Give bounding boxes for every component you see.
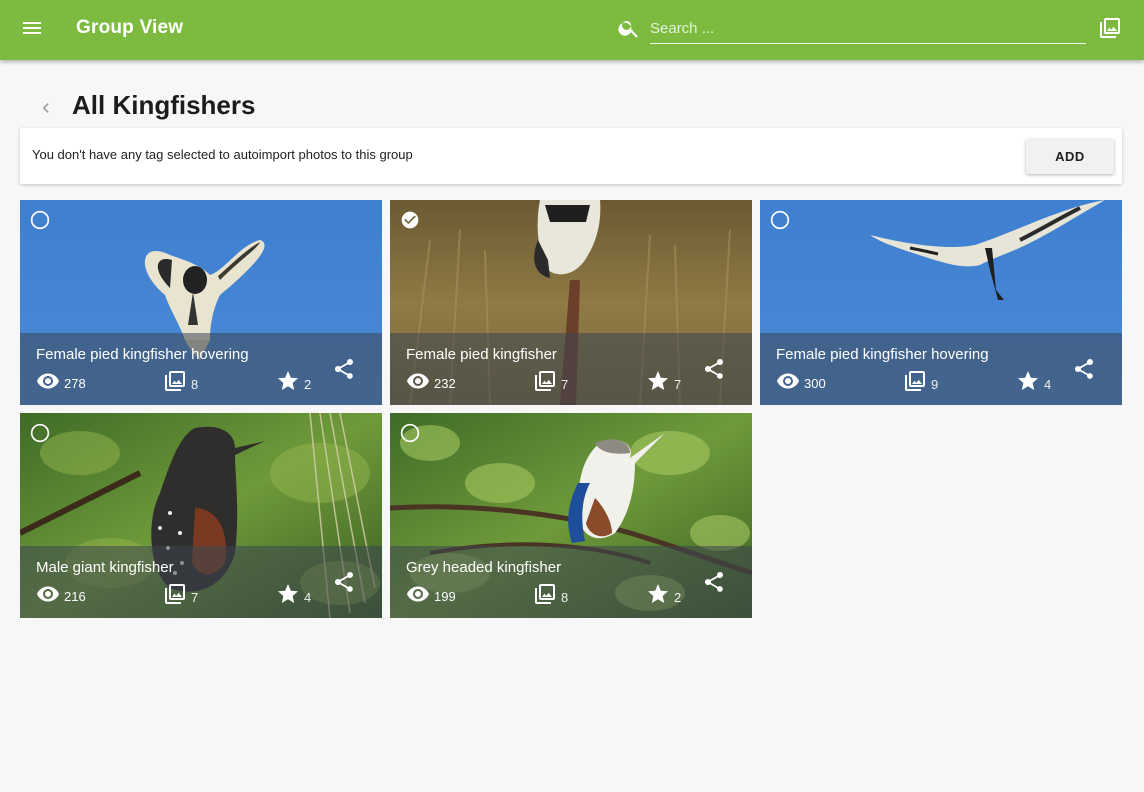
star-icon — [1018, 371, 1038, 390]
photo-library-icon — [165, 584, 185, 604]
photos-count: 8 — [191, 376, 199, 392]
chevron-left-icon[interactable] — [36, 98, 56, 118]
views-count: 278 — [64, 375, 86, 391]
photo-library-icon — [165, 371, 185, 391]
star-icon — [278, 371, 298, 390]
photos-count: 7 — [561, 376, 569, 392]
eye-icon — [407, 586, 429, 602]
menu-icon[interactable] — [20, 16, 44, 40]
photos-count: 9 — [931, 376, 939, 392]
share-icon[interactable] — [332, 570, 356, 594]
eye-icon — [37, 373, 59, 389]
card-title: Female pied kingfisher hovering — [776, 346, 989, 363]
card-title: Female pied kingfisher hovering — [36, 346, 249, 363]
views-count: 199 — [434, 588, 456, 604]
photo-card[interactable]: Female pied kingfisher 232 7 7 — [390, 200, 752, 405]
photo-library-icon — [535, 584, 555, 604]
views-count: 300 — [804, 375, 826, 391]
stars-stat: 7 — [646, 370, 681, 392]
photos-stat: 9 — [903, 370, 938, 392]
eye-icon — [777, 373, 799, 389]
autoimport-info-card: You don't have any tag selected to autoi… — [20, 128, 1122, 184]
stars-count: 2 — [674, 589, 682, 605]
circle-outline-icon[interactable] — [30, 210, 50, 230]
stars-stat: 2 — [276, 370, 311, 392]
circle-outline-icon[interactable] — [770, 210, 790, 230]
photos-count: 8 — [561, 589, 569, 605]
photos-stat: 7 — [533, 370, 568, 392]
share-icon[interactable] — [1072, 357, 1096, 381]
views-count: 232 — [434, 375, 456, 391]
page-title: All Kingfishers — [72, 90, 256, 120]
circle-outline-icon[interactable] — [400, 423, 420, 443]
app-title: Group View — [76, 17, 184, 38]
check-circle-icon[interactable] — [400, 210, 420, 230]
add-button[interactable]: ADD — [1026, 139, 1114, 174]
photo-card[interactable]: Female pied kingfisher hovering 300 9 4 — [760, 200, 1122, 405]
search-input[interactable] — [650, 14, 1086, 44]
autoimport-info-text: You don't have any tag selected to autoi… — [32, 147, 413, 162]
stars-count: 7 — [674, 376, 682, 392]
star-icon — [648, 584, 668, 603]
stars-stat: 4 — [1016, 370, 1051, 392]
photos-count: 7 — [191, 589, 199, 605]
card-overlay: Female pied kingfisher 232 7 7 — [390, 333, 752, 405]
share-icon[interactable] — [702, 570, 726, 594]
views-stat: 300 — [776, 370, 826, 392]
photos-stat: 7 — [163, 583, 198, 605]
card-overlay: Grey headed kingfisher 199 8 2 — [390, 546, 752, 618]
eye-icon — [37, 586, 59, 602]
app-bar: Group View — [0, 0, 1144, 60]
stars-stat: 4 — [276, 583, 311, 605]
eye-icon — [407, 373, 429, 389]
share-icon[interactable] — [702, 357, 726, 381]
views-stat: 278 — [36, 370, 86, 392]
stars-stat: 2 — [646, 583, 681, 605]
photo-card[interactable]: Female pied kingfisher hovering 278 8 2 — [20, 200, 382, 405]
card-title: Grey headed kingfisher — [406, 559, 562, 576]
stars-count: 2 — [304, 376, 312, 392]
views-stat: 232 — [406, 370, 456, 392]
star-icon — [278, 584, 298, 603]
circle-outline-icon[interactable] — [30, 423, 50, 443]
stars-count: 4 — [304, 589, 312, 605]
card-overlay: Female pied kingfisher hovering 278 8 2 — [20, 333, 382, 405]
stars-count: 4 — [1044, 376, 1052, 392]
card-overlay: Female pied kingfisher hovering 300 9 4 — [760, 333, 1122, 405]
photo-card[interactable]: Male giant kingfisher 216 7 4 — [20, 413, 382, 618]
views-count: 216 — [64, 588, 86, 604]
views-stat: 199 — [406, 583, 456, 605]
photos-stat: 8 — [163, 370, 198, 392]
photo-library-icon — [905, 371, 925, 391]
views-stat: 216 — [36, 583, 86, 605]
card-title: Male giant kingfisher — [36, 559, 174, 576]
star-icon — [648, 371, 668, 390]
photo-library-icon[interactable] — [1098, 16, 1122, 40]
photo-card[interactable]: Grey headed kingfisher 199 8 2 — [390, 413, 752, 618]
card-overlay: Male giant kingfisher 216 7 4 — [20, 546, 382, 618]
photo-library-icon — [535, 371, 555, 391]
share-icon[interactable] — [332, 357, 356, 381]
card-title: Female pied kingfisher — [406, 346, 557, 363]
search-icon — [618, 21, 638, 38]
photos-stat: 8 — [533, 583, 568, 605]
